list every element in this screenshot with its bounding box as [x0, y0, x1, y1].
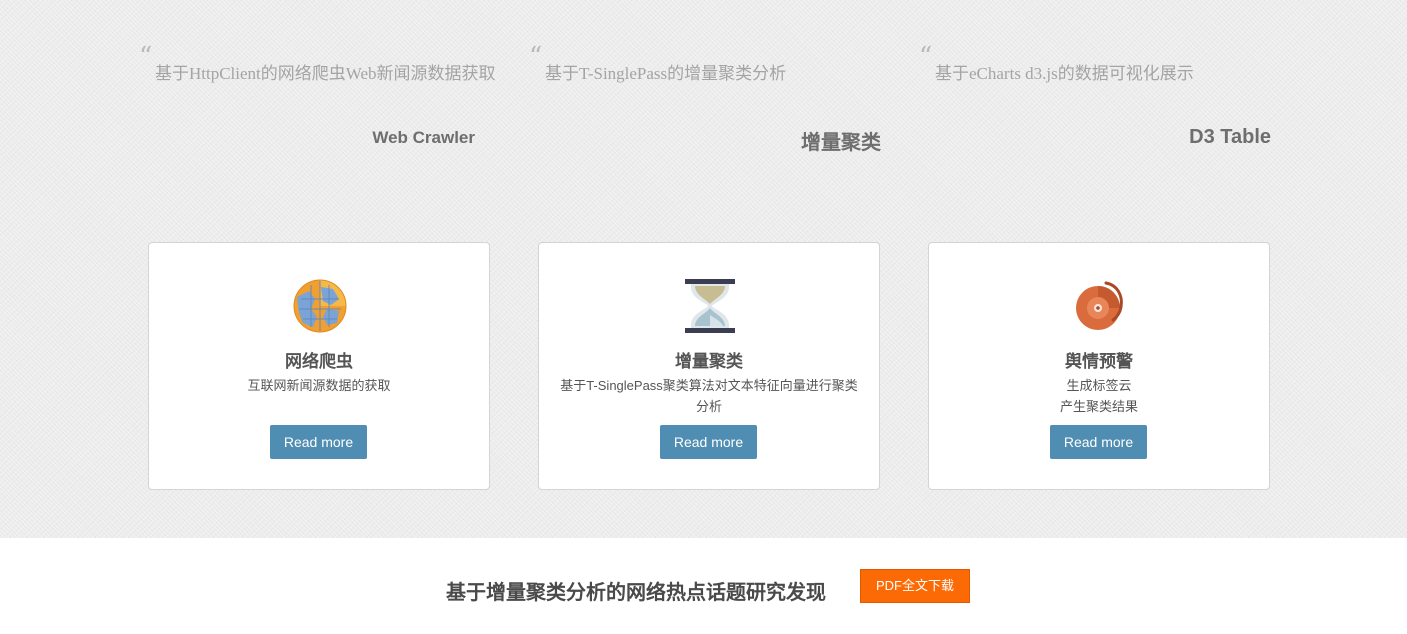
download-banner: 基于增量聚类分析的网络热点话题研究发现 PDF全文下载	[0, 538, 1407, 634]
feature-card-web-crawler: 网络爬虫 互联网新闻源数据的获取 Read more	[148, 242, 490, 490]
alarm-bell-icon	[1076, 281, 1123, 330]
card-description-line: 产生聚类结果	[1059, 399, 1138, 414]
globe-icon	[293, 279, 347, 333]
card-description: 生成标签云 产生聚类结果	[949, 375, 1249, 417]
quote-author: 增量聚类	[801, 132, 881, 154]
hourglass-icon	[685, 279, 735, 333]
quote-mark-icon: “	[529, 42, 543, 72]
card-title: 网络爬虫	[285, 352, 353, 371]
card-description-line: 生成标签云	[1066, 378, 1132, 393]
card-description: 互联网新闻源数据的获取	[247, 378, 391, 393]
quote-mark-icon: “	[919, 42, 933, 72]
quote-text: 基于HttpClient的网络爬虫Web新闻源数据获取	[155, 64, 496, 83]
card-title: 舆情预警	[1065, 352, 1133, 371]
read-more-button[interactable]: Read more	[270, 425, 367, 459]
read-more-button[interactable]: Read more	[660, 425, 757, 459]
quote-text: 基于T-SinglePass的增量聚类分析	[545, 64, 787, 83]
quote-author: D3 Table	[1189, 126, 1271, 148]
banner-headline: 基于增量聚类分析的网络热点话题研究发现	[446, 582, 826, 604]
feature-card-incremental-clustering: 增量聚类 基于T-SinglePass聚类算法对文本特征向量进行聚类分析 Rea…	[538, 242, 880, 490]
features-section: “ 基于HttpClient的网络爬虫Web新闻源数据获取 Web Crawle…	[0, 0, 1407, 538]
feature-card-public-opinion-alert: 舆情预警 生成标签云 产生聚类结果 Read more	[928, 242, 1270, 490]
quote-text: 基于eCharts d3.js的数据可视化展示	[935, 64, 1194, 83]
card-title: 增量聚类	[675, 352, 743, 371]
pdf-download-button[interactable]: PDF全文下载	[860, 569, 970, 603]
card-description: 基于T-SinglePass聚类算法对文本特征向量进行聚类分析	[560, 378, 858, 414]
quote-mark-icon: “	[139, 42, 153, 72]
quote-author: Web Crawler	[372, 128, 475, 147]
read-more-button[interactable]: Read more	[1050, 425, 1147, 459]
